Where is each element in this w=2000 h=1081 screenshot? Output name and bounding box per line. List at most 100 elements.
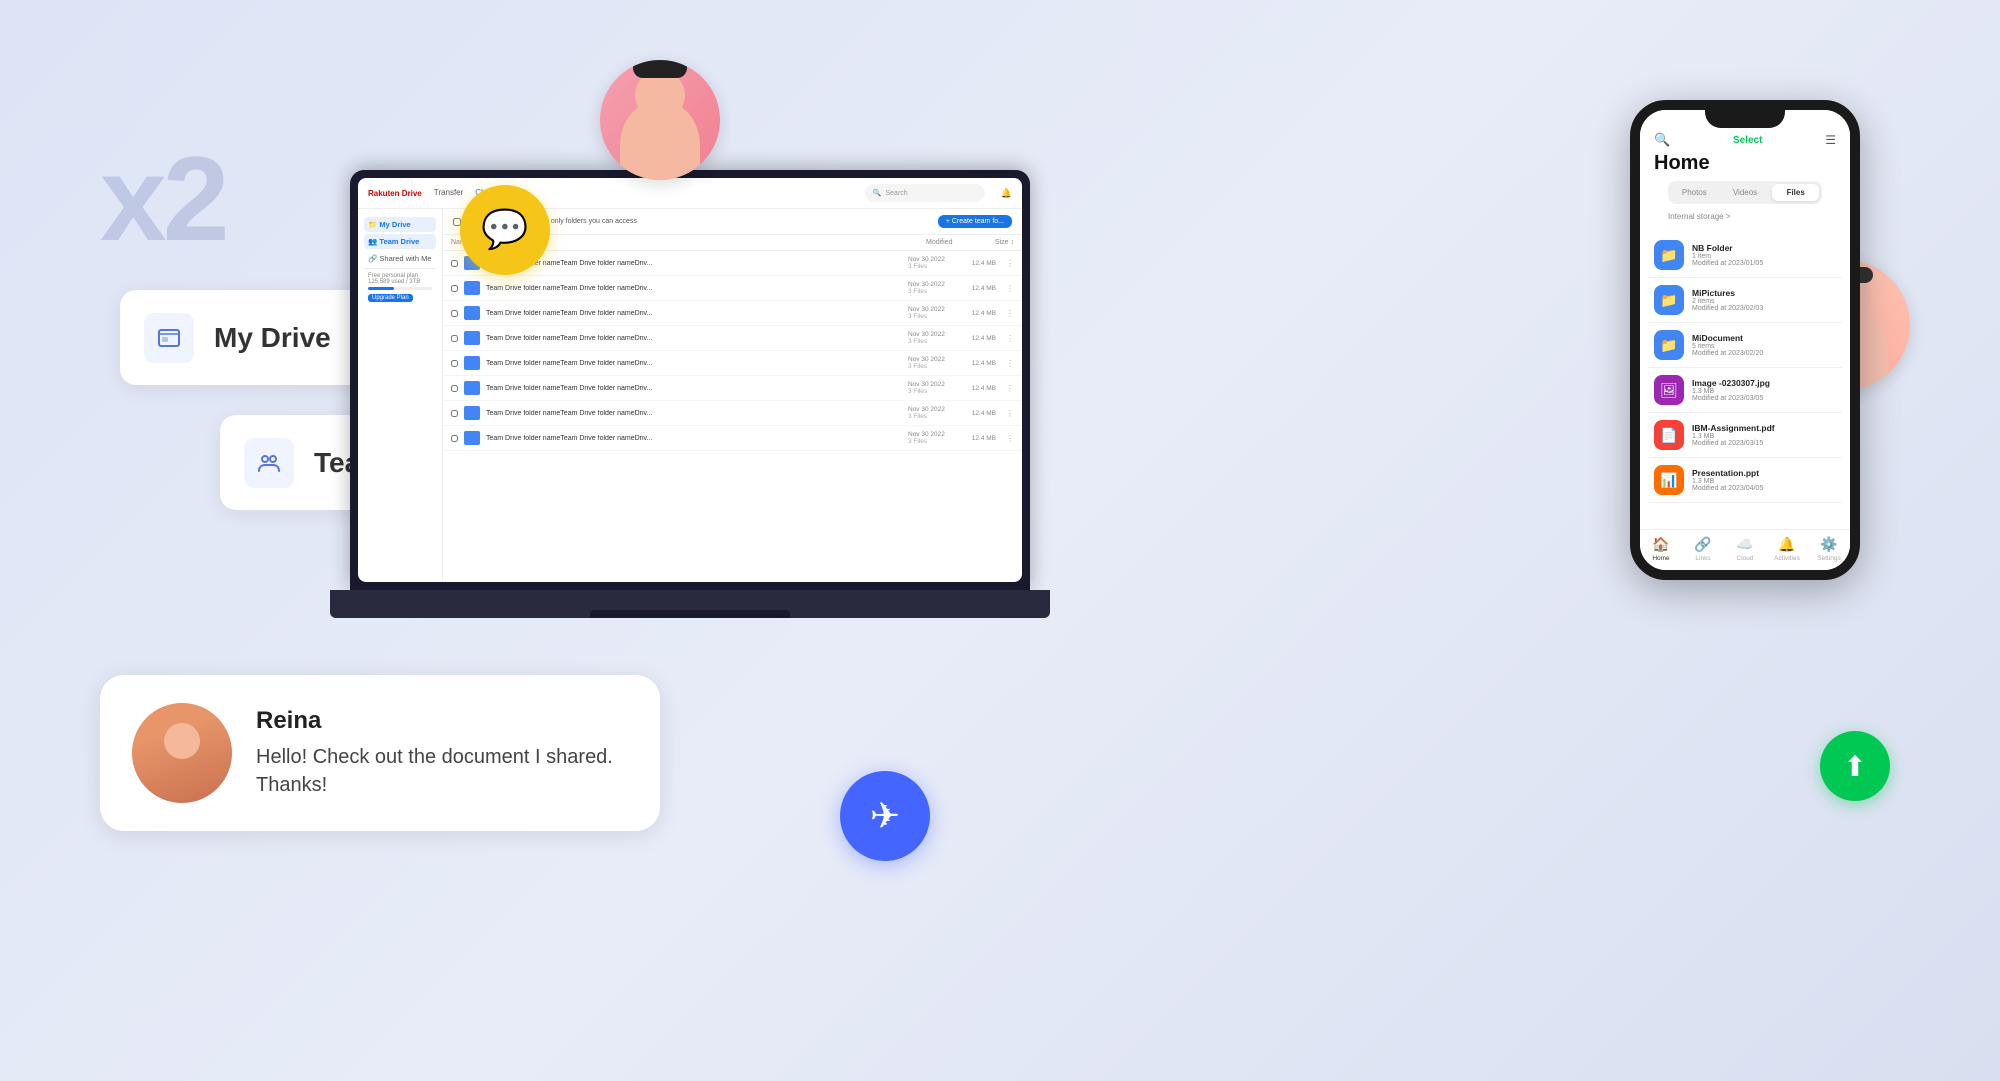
rd-row-menu-icon[interactable]: ⋮ — [1006, 409, 1014, 418]
rd-file-icon — [464, 406, 480, 420]
rd-table-row[interactable]: Team Drive folder nameTeam Drive folder … — [443, 351, 1022, 376]
rd-body: 📁 My Drive 👥 Team Drive 🔗 Shared with Me… — [358, 209, 1022, 582]
chat-content: Reina Hello! Check out the document I sh… — [256, 707, 628, 799]
phone-file-name: MiDocument — [1692, 333, 1836, 343]
rd-file-date: Nov 30 20223 Files — [908, 381, 960, 395]
rd-row-menu-icon[interactable]: ⋮ — [1006, 434, 1014, 443]
rd-sidebar: 📁 My Drive 👥 Team Drive 🔗 Shared with Me… — [358, 209, 443, 582]
phone-file-item[interactable]: 📊 Presentation.ppt 1.3 MBModified at 202… — [1648, 458, 1842, 503]
rd-notification-icon[interactable]: 🔔 — [1001, 188, 1012, 199]
rd-table-row[interactable]: Team Drive folder nameTeam Drive folder … — [443, 401, 1022, 426]
phone-breadcrumb[interactable]: Internal storage > — [1654, 210, 1836, 223]
phone-header: 🔍 Select ☰ Home Photos Videos Files Inte… — [1640, 110, 1850, 233]
rd-nav-transfer[interactable]: Transfer — [434, 188, 464, 199]
phone-file-item[interactable]: 📄 IBM-Assignment.pdf 1.3 MBModified at 2… — [1648, 413, 1842, 458]
phone-file-item[interactable]: 📁 MiDocument 5 itemsModified at 2023/02/… — [1648, 323, 1842, 368]
rd-progress-bar — [368, 287, 432, 290]
rd-table-row[interactable]: Team Drive folder nameTeam Drive folder … — [443, 376, 1022, 401]
rd-sidebar-my-drive[interactable]: 📁 My Drive — [364, 217, 436, 232]
phone-links-label: Links — [1695, 555, 1710, 562]
rd-file-date: Nov 30 20223 Files — [908, 331, 960, 345]
send-icon: ✈ — [870, 795, 900, 837]
phone-menu-icon[interactable]: ☰ — [1825, 133, 1836, 147]
phone-home-icon: 🏠 — [1652, 536, 1669, 553]
rd-progress-fill — [368, 287, 394, 290]
rd-file-name: Team Drive folder nameTeam Drive folder … — [486, 310, 902, 317]
phone-notch — [1705, 110, 1785, 128]
laptop-container: Rakuten Drive Transfer Cloud 🔍 Search 🔔 … — [350, 170, 1050, 618]
avatar-top-center — [600, 60, 720, 180]
rd-file-date: Nov 30 20223 Files — [908, 356, 960, 370]
phone-nav-links[interactable]: 🔗 Links — [1682, 536, 1724, 562]
phone-tab-photos[interactable]: Photos — [1671, 184, 1718, 201]
rd-table-row[interactable]: Team Drive folder nameTeam Drive folder … — [443, 326, 1022, 351]
phone-nav-bar: 🏠 Home 🔗 Links ☁️ Cloud 🔔 Activities ⚙️ — [1640, 529, 1850, 570]
phone-settings-icon: ⚙️ — [1820, 536, 1837, 553]
send-icon-circle[interactable]: ✈ — [840, 771, 930, 861]
phone-nav-settings[interactable]: ⚙️ Settings — [1808, 536, 1850, 562]
phone-nav-home[interactable]: 🏠 Home — [1640, 536, 1682, 562]
phone-cloud-icon: ☁️ — [1736, 536, 1753, 553]
rd-row-menu-icon[interactable]: ⋮ — [1006, 259, 1014, 268]
rd-file-size: 12.4 MB — [966, 410, 996, 417]
rd-row-checkbox[interactable] — [451, 310, 458, 317]
rd-create-btn[interactable]: + Create team fo... — [938, 215, 1012, 228]
rd-table-row[interactable]: Team Drive folder nameTeam Drive folder … — [443, 301, 1022, 326]
rd-row-menu-icon[interactable]: ⋮ — [1006, 309, 1014, 318]
phone-activities-icon: 🔔 — [1778, 536, 1795, 553]
laptop-screen: Rakuten Drive Transfer Cloud 🔍 Search 🔔 … — [350, 170, 1030, 590]
rd-file-name: Team Drive folder nameTeam Drive folder … — [486, 285, 902, 292]
phone-select-btn[interactable]: Select — [1733, 135, 1762, 146]
phone-tab-files[interactable]: Files — [1772, 184, 1819, 201]
phone-file-item[interactable]: 🖼 Image -0230307.jpg 1.3 MBModified at 2… — [1648, 368, 1842, 413]
phone-file-meta: 1 itemModified at 2023/01/05 — [1692, 253, 1836, 267]
message-icon: 💬 — [481, 208, 528, 252]
rd-row-checkbox[interactable] — [451, 260, 458, 267]
phone-file-meta: 1.3 MBModified at 2023/03/05 — [1692, 388, 1836, 402]
rd-table-row[interactable]: Team Drive folder nameTeam Drive folder … — [443, 426, 1022, 451]
rd-file-icon — [464, 281, 480, 295]
rd-table-row[interactable]: Team Drive folder nameTeam Drive folder … — [443, 276, 1022, 301]
phone-nav-cloud[interactable]: ☁️ Cloud — [1724, 536, 1766, 562]
rd-row-checkbox[interactable] — [451, 410, 458, 417]
phone-cloud-label: Cloud — [1737, 555, 1754, 562]
avatar-face — [620, 100, 700, 180]
rd-upgrade-btn[interactable]: Upgrade Plan — [368, 294, 413, 302]
rd-sidebar-team-drive[interactable]: 👥 Team Drive — [364, 234, 436, 249]
rd-file-icon — [464, 381, 480, 395]
rd-col-modified: Modified — [926, 239, 978, 246]
rd-row-menu-icon[interactable]: ⋮ — [1006, 334, 1014, 343]
phone-top-bar: 🔍 Select ☰ — [1654, 132, 1836, 148]
phone-file-meta: 1.3 MBModified at 2023/03/15 — [1692, 433, 1836, 447]
rd-search-placeholder: Search — [886, 190, 908, 197]
phone-file-item[interactable]: 📁 MiPictures 2 itemsModified at 2023/02/… — [1648, 278, 1842, 323]
rd-row-menu-icon[interactable]: ⋮ — [1006, 284, 1014, 293]
rd-file-name: Team Drive folder nameTeam Drive folder … — [486, 385, 902, 392]
rd-row-checkbox[interactable] — [451, 360, 458, 367]
phone-links-icon: 🔗 — [1694, 536, 1711, 553]
rd-file-name: Team Drive folder nameTeam Drive folder … — [486, 435, 902, 442]
phone-file-type-icon: 📁 — [1654, 285, 1684, 315]
phone-file-info: Image -0230307.jpg 1.3 MBModified at 202… — [1692, 378, 1836, 402]
phone-title: Home — [1654, 152, 1836, 175]
my-drive-label: My Drive — [214, 322, 331, 354]
rd-row-menu-icon[interactable]: ⋮ — [1006, 384, 1014, 393]
phone-nav-activities[interactable]: 🔔 Activities — [1766, 536, 1808, 562]
rd-row-checkbox[interactable] — [451, 385, 458, 392]
phone-file-item[interactable]: 📁 NB Folder 1 itemModified at 2023/01/05 — [1648, 233, 1842, 278]
rd-row-checkbox[interactable] — [451, 435, 458, 442]
rd-header: Rakuten Drive Transfer Cloud 🔍 Search 🔔 — [358, 178, 1022, 209]
phone-tabs: Photos Videos Files — [1668, 181, 1822, 204]
phone-tab-videos[interactable]: Videos — [1722, 184, 1769, 201]
upload-fab[interactable]: ⬆ — [1820, 731, 1890, 801]
rd-row-checkbox[interactable] — [451, 335, 458, 342]
team-drive-icon — [244, 438, 294, 488]
rd-search[interactable]: 🔍 Search — [865, 184, 985, 202]
rd-file-size: 12.4 MB — [966, 385, 996, 392]
rd-file-size: 12.4 MB — [966, 435, 996, 442]
phone-search-icon[interactable]: 🔍 — [1654, 132, 1670, 148]
rd-sidebar-shared[interactable]: 🔗 Shared with Me — [364, 251, 436, 266]
phone-file-meta: 2 itemsModified at 2023/02/03 — [1692, 298, 1836, 312]
rd-row-menu-icon[interactable]: ⋮ — [1006, 359, 1014, 368]
rd-row-checkbox[interactable] — [451, 285, 458, 292]
